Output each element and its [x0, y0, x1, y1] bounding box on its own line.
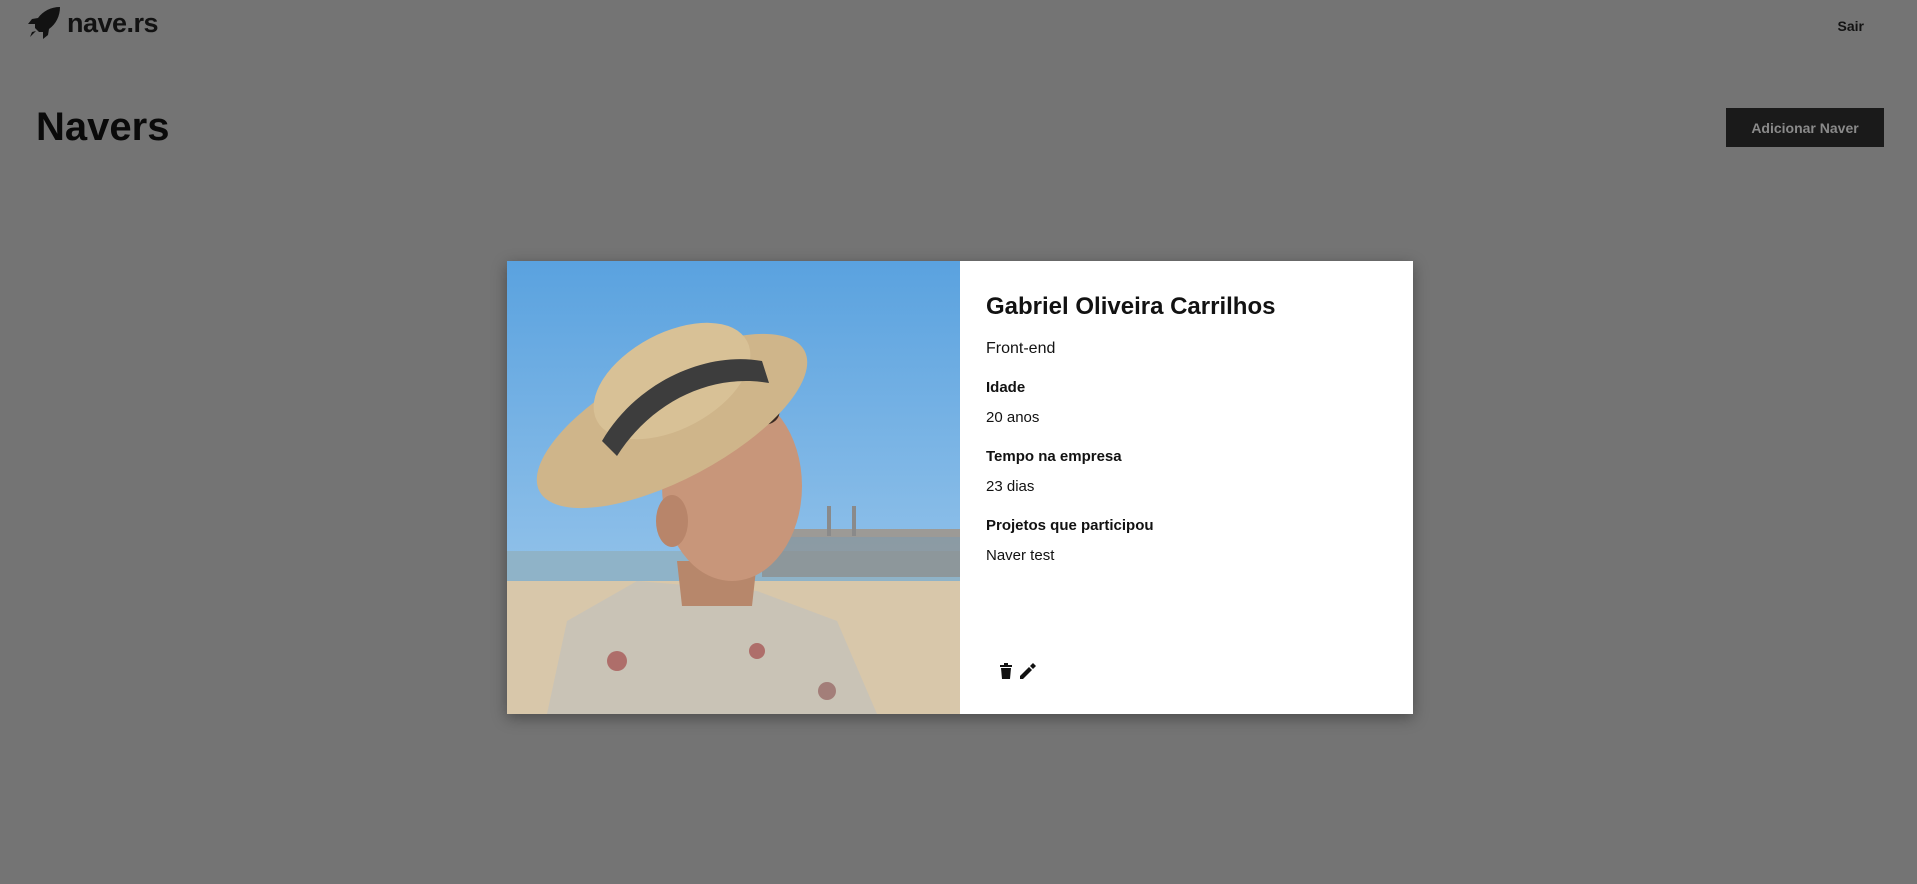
logo-text: nave.rs: [67, 8, 159, 38]
add-naver-button[interactable]: Adicionar Naver: [1726, 108, 1884, 147]
naver-photo: [507, 261, 960, 714]
pencil-icon[interactable]: [1019, 662, 1037, 680]
projects-label: Projetos que participou: [986, 517, 1154, 534]
naver-detail-modal: Gabriel Oliveira Carrilhos Front-end Ida…: [507, 261, 1413, 714]
app-header: nave.rs Sair: [0, 0, 1917, 56]
naver-role: Front-end: [986, 340, 1056, 357]
projects-value: Naver test: [986, 547, 1055, 564]
tenure-label: Tempo na empresa: [986, 448, 1122, 465]
page-title: Navers: [36, 105, 170, 149]
naver-actions: [997, 662, 1037, 680]
age-value: 20 anos: [986, 409, 1040, 426]
logout-link[interactable]: Sair: [1838, 18, 1864, 34]
naver-info: Gabriel Oliveira Carrilhos Front-end Ida…: [960, 261, 1413, 714]
age-label: Idade: [986, 379, 1026, 396]
naver-name: Gabriel Oliveira Carrilhos: [986, 293, 1276, 320]
trash-icon[interactable]: [997, 662, 1015, 680]
rocket-icon: [27, 6, 61, 40]
logo[interactable]: nave.rs: [27, 6, 159, 40]
tenure-value: 23 dias: [986, 478, 1035, 495]
